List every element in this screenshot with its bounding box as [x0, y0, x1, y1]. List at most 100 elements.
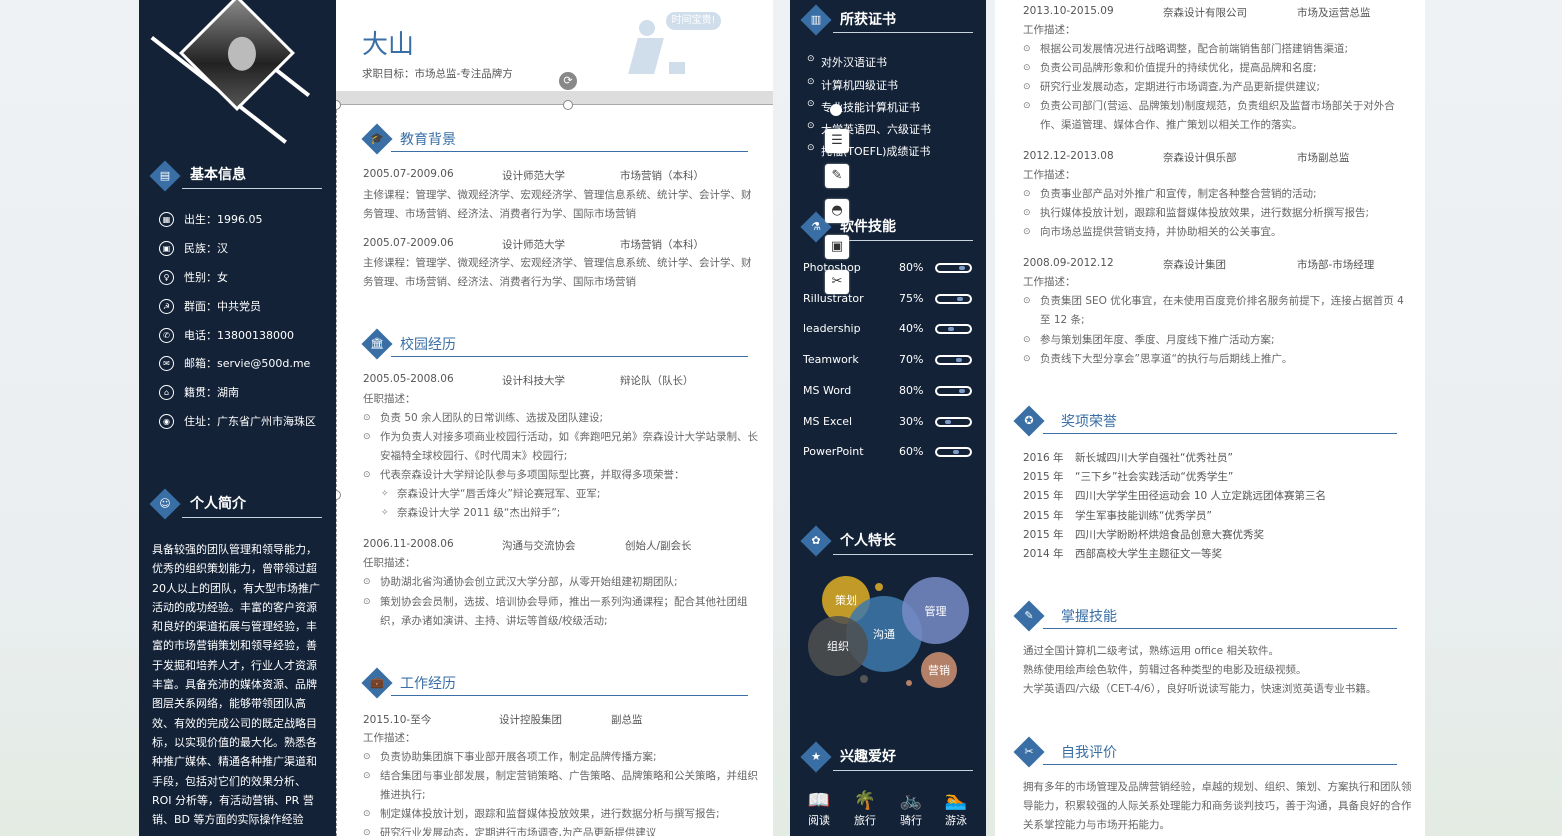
cert-item: 计算机四级证书	[807, 77, 898, 93]
mastery-line: 通过全国计算机二级考试，熟练运用 office 相关软件。	[1023, 645, 1279, 657]
work-org: 奈森设计集团	[1163, 259, 1226, 271]
work-bullet: 制定媒体投放计划，跟踪和监督媒体投放效果，进行数据分析与撰写报告;	[363, 805, 758, 824]
work-bullet: 负责事业部产品对外推广和宣传，制定各种整合营销的活动;	[1023, 185, 1415, 204]
work-bullet: 负责线下大型分享会”思享道“的执行与后期线上推广。	[1023, 350, 1415, 369]
work-role: 市场部-市场经理	[1297, 259, 1375, 271]
mastery-line: 熟练使用绘声绘色软件，剪辑过各种类型的电影及班级视频。	[1023, 664, 1307, 676]
campus-bullet: 代表奈森设计大学辩论队参与多项国际型比赛，并取得多项荣誉：	[363, 466, 758, 485]
skill-bar-knob	[945, 419, 952, 424]
hobbies-title: 兴趣爱好	[840, 749, 896, 765]
hobby-label: 阅读	[808, 814, 830, 827]
divider	[833, 240, 973, 241]
work-desc: 工作描述：	[1023, 276, 1076, 288]
border-icon[interactable]: ▣	[825, 235, 849, 259]
campus-org: 设计科技大学	[502, 375, 565, 387]
skill-percent: 80%	[899, 261, 924, 274]
edu-major: 市场营销（本科）	[620, 239, 704, 251]
location-icon: ◉	[159, 413, 174, 429]
gender-icon: ♀	[159, 269, 174, 285]
divider	[1043, 764, 1397, 765]
briefcase	[669, 62, 685, 74]
divider	[391, 356, 748, 357]
hobby-cycling: 🚲 骑行	[891, 790, 931, 828]
resume-sidebar-left: ▤ 基本信息 ▦ 出生：1996.05 ▣ 民族：汉 ♀ 性别：女 ☭ 群面：中共党员 …	[139, 0, 336, 836]
campus-bullet: 负责 50 余人团队的日常训练、选拔及团队建设;	[363, 409, 758, 428]
skill-bar-knob	[947, 327, 954, 332]
swim-icon: 🏊	[944, 790, 968, 811]
party-icon: ☭	[159, 298, 174, 314]
resize-handle[interactable]	[336, 490, 341, 500]
award-text: 四川大学学生田径运动会 10 人立定跳远团体赛第三名	[1075, 490, 1327, 503]
work-row: 2013.10-2015.09 奈森设计有限公司 市场及运营总监	[1023, 5, 1371, 20]
resize-handle[interactable]	[336, 100, 341, 110]
award-row: 2015 年四川大学盼盼杯烘焙食品创意大赛优秀奖	[1023, 527, 1264, 542]
award-row: 2016 年新长城四川大学自强社“优秀社员”	[1023, 450, 1233, 465]
info-party-text: 群面：中共党员	[184, 300, 261, 313]
work-bullet: 研究行业发展动态，定期进行市场调查,为产品更新提供建议	[363, 824, 758, 836]
cert-item: 对外汉语证书	[807, 54, 887, 70]
pencil-icon: ✎	[1013, 600, 1045, 632]
campus-date: 2005.05-2008.06	[363, 373, 454, 385]
divider	[182, 517, 322, 518]
hobby-label: 骑行	[900, 814, 922, 827]
award-year: 2015 年	[1023, 528, 1064, 541]
hobby-swimming: 🏊 游泳	[936, 790, 976, 828]
work-date: 2008.09-2012.12	[1023, 257, 1114, 269]
avatar-face	[227, 36, 256, 71]
tools-icon: ✂	[1013, 736, 1045, 768]
edu-courses: 主修课程：管理学、微观经济学、宏观经济学、管理信息系统、统计学、会计学、财务管理…	[363, 257, 752, 288]
info-phone: ✆ 电话：13800138000	[159, 327, 294, 343]
campus-bullet: 策划协会会员制，选拔、培训协会导师，推出一系列沟通课程；配合其他社团组织，承办诸…	[363, 593, 758, 631]
intro-title: 个人简介	[190, 496, 246, 512]
id-icon: ▣	[159, 240, 174, 256]
traits-title: 个人特长	[840, 533, 896, 549]
skill-percent: 60%	[899, 445, 924, 459]
skill-name: Teamwork	[803, 353, 859, 367]
rotate-handle-icon[interactable]: ⟳	[559, 72, 577, 90]
fill-color-icon[interactable]: ◓	[825, 199, 849, 223]
edu-date: 2005.07-2009.06	[363, 168, 454, 180]
campus-row: 2006.11-2008.06 沟通与交流协会 创始人/副会长	[363, 538, 692, 553]
resize-handle[interactable]	[563, 100, 573, 110]
edu-row: 2005.07-2009.06 设计师范大学 市场营销（本科）	[363, 237, 704, 252]
skill-bar	[935, 385, 972, 396]
skill-bar-knob	[958, 388, 965, 393]
campus-desc: 任职描述：	[363, 393, 416, 405]
hobby-reading: 📖 阅读	[799, 790, 839, 828]
work-bullet: 负责协助集团旗下事业部开展各项工作，制定品牌传播方案;	[363, 748, 758, 767]
award-year: 2014 年	[1023, 548, 1064, 560]
campus-sub-bullet: 奈森设计大学 2011 级“杰出辩手”;	[363, 504, 758, 523]
name-title[interactable]: 大山	[362, 24, 414, 61]
award-year: 2016 年	[1023, 452, 1064, 464]
toolbar-grip[interactable]	[830, 104, 842, 116]
brush-icon[interactable]: ✎	[825, 164, 849, 188]
basic-info-title: 基本信息	[190, 167, 246, 183]
header-bottom-band	[336, 91, 773, 105]
hobby-label: 旅行	[854, 814, 876, 827]
calendar-icon: ▦	[159, 211, 174, 227]
job-objective[interactable]: 求职目标：市场总监-专注品牌方	[362, 66, 513, 81]
trait-bubble: 营销	[921, 652, 957, 688]
award-text: “三下乡”社会实践活动“优秀学生”	[1075, 471, 1234, 484]
info-birth-text: 出生：1996.05	[184, 213, 263, 226]
campus-title: 校园经历	[400, 337, 456, 353]
tools-icon[interactable]: ✂	[825, 270, 849, 294]
info-phone-text: 电话：13800138000	[184, 329, 294, 342]
home-icon: ⌂	[159, 384, 174, 400]
book-icon: 📖	[807, 790, 831, 811]
skill-name: PowerPoint	[803, 445, 864, 459]
info-gender-text: 性别：女	[184, 271, 228, 284]
skill-name: MS Excel	[803, 414, 853, 428]
skill-bar-knob	[958, 266, 965, 270]
work-bullet: 研究行业发展动态，定期进行市场调查,为产品更新提供建议;	[1023, 78, 1415, 97]
skill-bar	[935, 324, 972, 335]
award-text: 新长城四川大学自强社“优秀社员”	[1075, 452, 1233, 464]
work-bullet: 结合集团与事业部发展，制定营销策略、广告策略、品牌策略和公关策略，并组织推进执行…	[363, 767, 758, 805]
avatar[interactable]	[179, 0, 295, 111]
skill-bar	[935, 293, 972, 304]
trait-dot	[875, 583, 883, 591]
selfeval-title: 自我评价	[1061, 745, 1117, 761]
resume-sidebar-right: ▥ 所获证书 对外汉语证书 计算机四级证书 专业技能计算机证书 大学英语四、六级…	[790, 0, 986, 836]
text-format-icon[interactable]: ☰	[825, 129, 849, 153]
work-bullet: 负责公司品牌形象和价值提升的持续优化，提高品牌和名度;	[1023, 59, 1415, 78]
